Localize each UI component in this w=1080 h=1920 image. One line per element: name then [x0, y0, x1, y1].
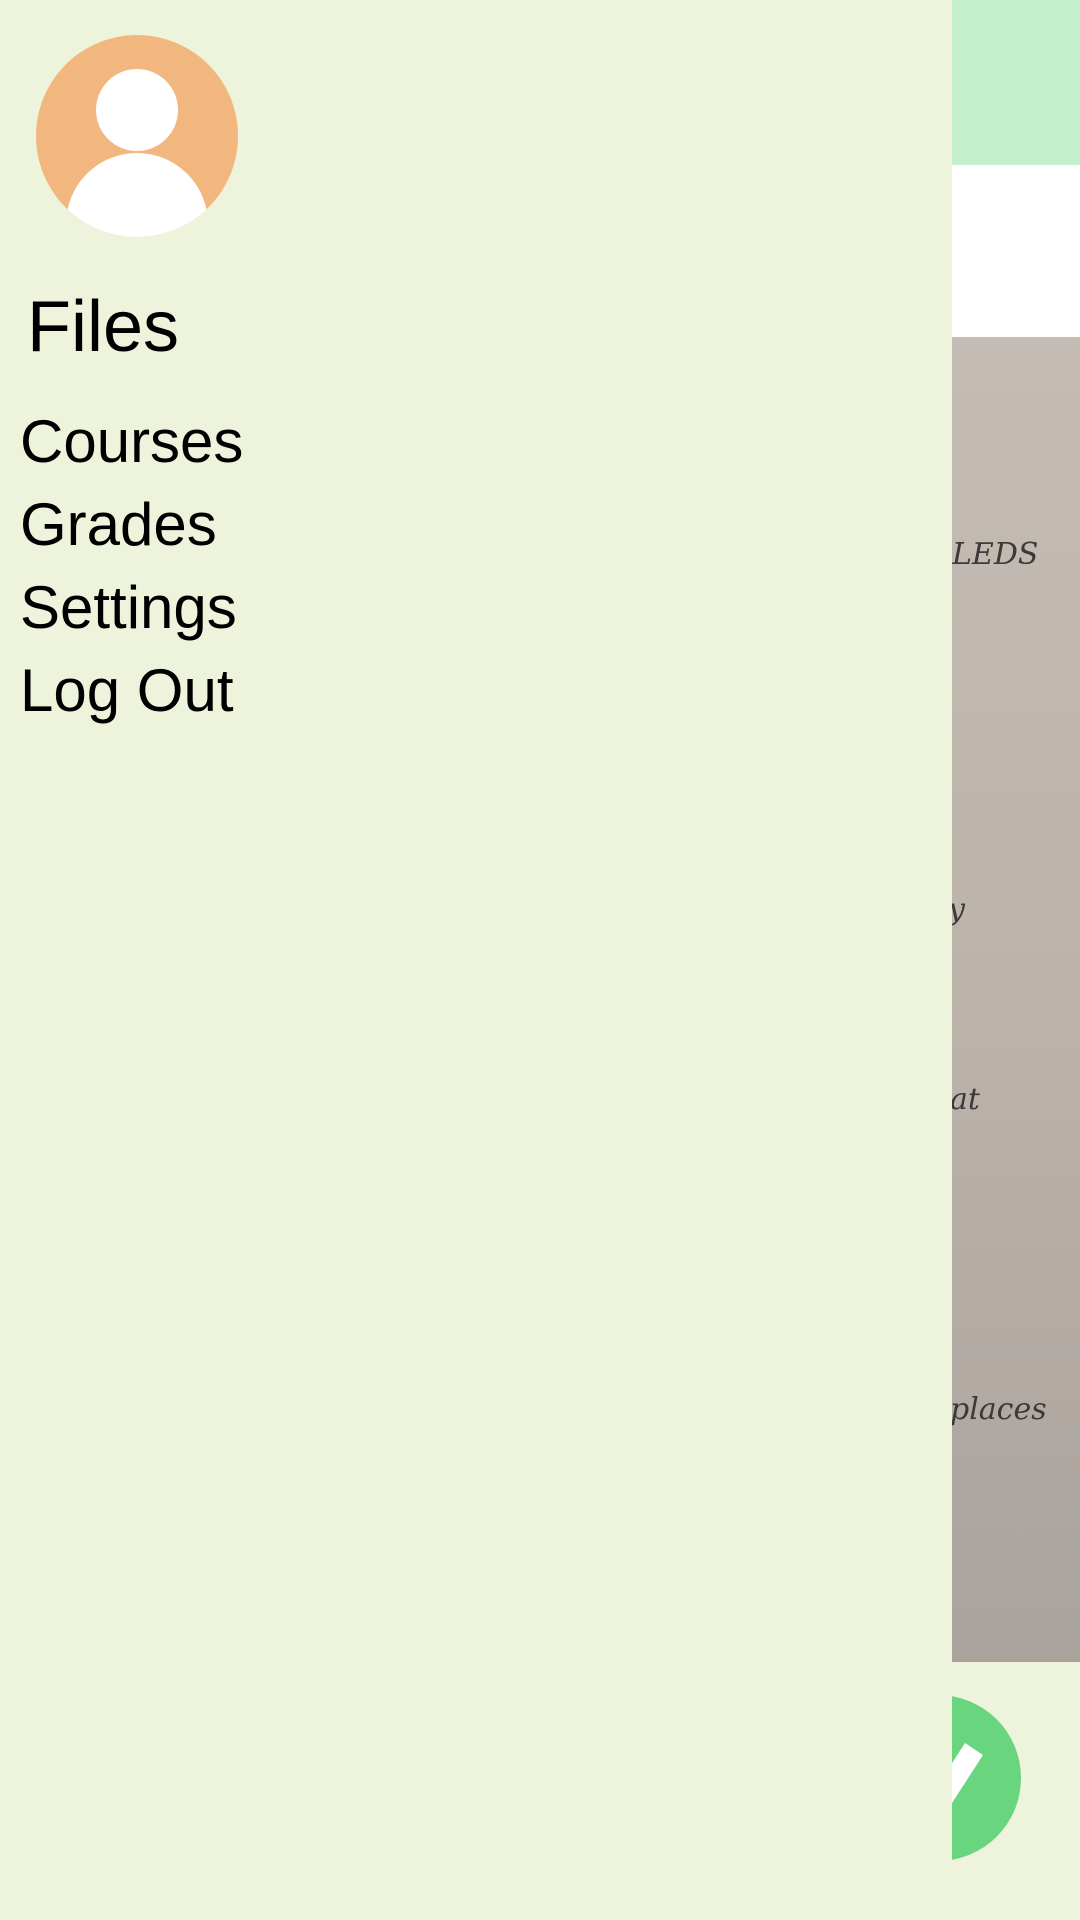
menu-item-log-out[interactable]: Log Out	[20, 649, 243, 732]
drawer-menu: Courses Grades Settings Log Out	[20, 400, 243, 732]
photo-note: places	[950, 1392, 1047, 1427]
photo-note: at	[950, 1082, 980, 1117]
drawer-title: Files	[27, 287, 180, 367]
avatar-head	[96, 69, 178, 151]
menu-item-courses[interactable]: Courses	[20, 400, 243, 483]
navigation-drawer: Files Courses Grades Settings Log Out	[0, 0, 952, 1920]
menu-item-settings[interactable]: Settings	[20, 566, 243, 649]
user-avatar-icon[interactable]	[36, 35, 238, 237]
avatar-body	[66, 153, 208, 237]
menu-item-grades[interactable]: Grades	[20, 483, 243, 566]
photo-note: LEDS	[952, 537, 1039, 572]
